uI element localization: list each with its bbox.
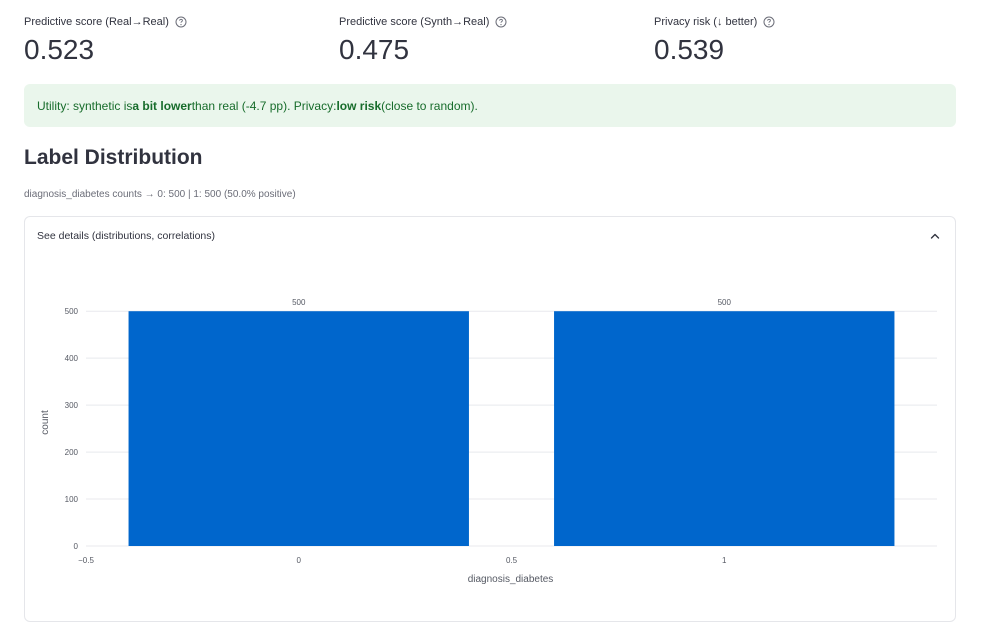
- y-axis-title: count: [40, 410, 51, 435]
- y-tick-label: 300: [65, 401, 79, 410]
- bar: [554, 311, 895, 546]
- bar: [128, 311, 469, 546]
- label-distribution-chart: 0 100 200 300 400 500 500 500 −0.5 0 0.5 1 diagnosis…: [40, 298, 937, 585]
- x-tick-label: −0.5: [78, 556, 94, 565]
- x-axis-title: diagnosis_diabetes: [468, 574, 554, 585]
- y-tick-label: 0: [74, 542, 79, 551]
- x-tick-label: 0.5: [506, 556, 518, 565]
- bar-data-label: 500: [292, 298, 306, 307]
- y-tick-label: 200: [65, 448, 79, 457]
- y-tick-label: 400: [65, 354, 79, 363]
- bar-data-label: 500: [718, 298, 732, 307]
- x-tick-label: 0: [297, 556, 302, 565]
- y-tick-label: 500: [65, 307, 79, 316]
- y-tick-label: 100: [65, 495, 79, 504]
- x-tick-label: 1: [722, 556, 727, 565]
